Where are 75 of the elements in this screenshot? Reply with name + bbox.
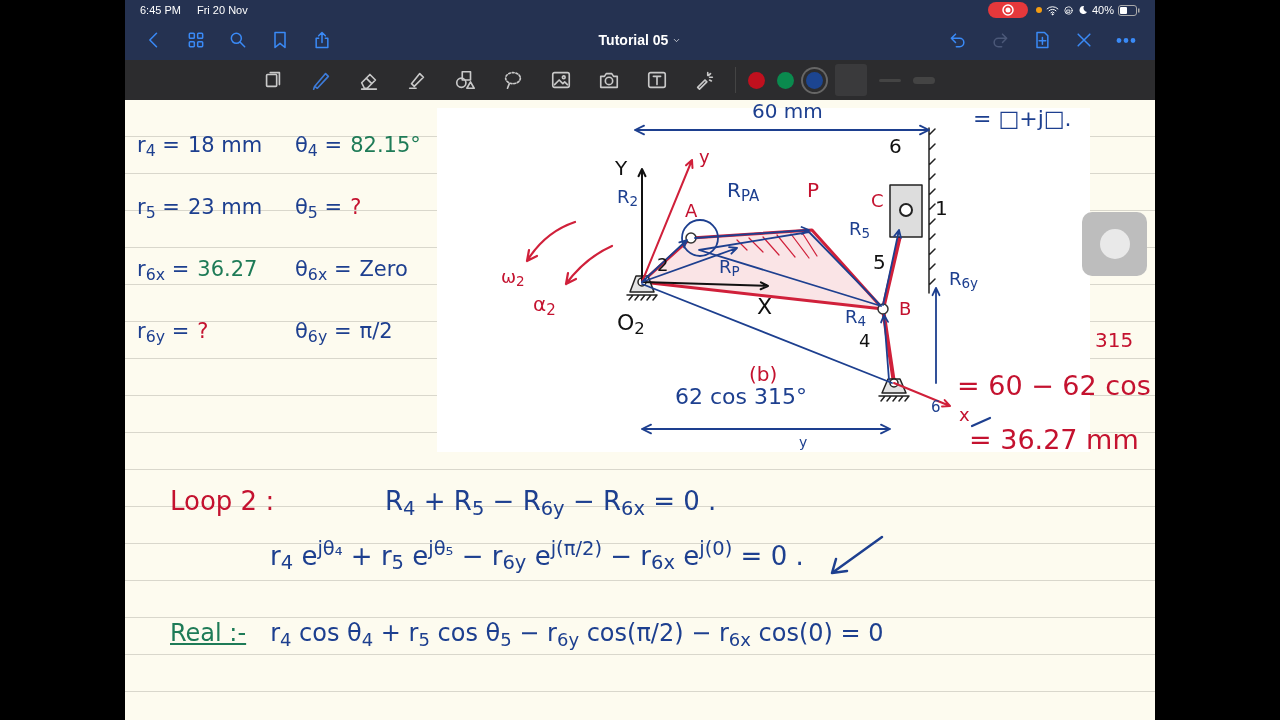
privacy-dot-icon [1035, 7, 1042, 13]
laser-pointer-icon [694, 69, 716, 91]
given-label: θ$_{5}$ = [295, 194, 343, 224]
image-icon [550, 69, 572, 91]
document-title[interactable]: Tutorial 05 [592, 28, 688, 52]
figure-label: α$_{2}$ [533, 294, 556, 314]
figure-label: B [899, 300, 912, 318]
figure-label: x [959, 406, 970, 424]
given-label: θ$_{6x}$ = [295, 256, 352, 286]
figure-label: = 60 − 62 cos [957, 372, 1151, 399]
battery-percent: 40% [1091, 2, 1114, 18]
given-value: Zero [359, 256, 408, 283]
given-value: 18 mm [187, 132, 263, 159]
status-time: 6:45 PM [140, 2, 181, 18]
figure-label: 5 [873, 252, 886, 272]
figure-label: 60 mm [752, 101, 823, 121]
status-date: Fri 20 Nov [196, 2, 248, 18]
figure-label: y [699, 148, 710, 166]
equation: r$_{4}$ cos θ$_{4}$ + r$_{5}$ cos θ$_{5}$ − r$_{6y}$ cos(π/2) − r$_{6x}$ cos(0) = 0 [270, 618, 884, 651]
share-icon [312, 30, 332, 50]
moon-icon [1077, 5, 1088, 15]
figure-label: = 36.27 mm [969, 426, 1139, 453]
figure-label: 62 cos 315° [675, 386, 807, 408]
more-icon [1116, 37, 1136, 43]
figure-label: 4 [859, 332, 871, 350]
given-label: θ$_{4}$ = [295, 132, 343, 162]
figure-label: = □+j□. [973, 108, 1072, 130]
given-label: θ$_{6y}$ = [295, 318, 352, 348]
shapes-icon [454, 69, 476, 91]
figure-label: ω$_{2}$ [501, 268, 525, 286]
undo-icon [948, 30, 968, 50]
figure-label: (b) [749, 364, 778, 384]
figure-label: Y [615, 158, 628, 178]
lasso-icon [502, 69, 524, 91]
given-value: 82.15° [350, 132, 421, 159]
figure-label: R$_{5}$ [849, 220, 871, 238]
loop-label: Loop 2 : [170, 485, 276, 518]
text-box-icon [646, 69, 668, 91]
figure-label: 6 [931, 400, 941, 415]
figure-label: R$_{P}$ [719, 258, 740, 276]
given-label: r$_{4}$ = [137, 132, 180, 162]
figure-label: A [685, 202, 698, 220]
equation: r$_{4}$ e$^{jθ₄}$ + r$_{5}$ e$^{jθ₅}$ − r$_{6y}$ e$^{j(π/2)}$ − r$_{6x}$ e$^{j(0)}$ = 0 . [270, 536, 804, 576]
figure-label: 1 [935, 198, 948, 218]
redo-icon [990, 30, 1010, 50]
figure-label: C [871, 192, 884, 210]
color-swatch[interactable] [748, 71, 765, 89]
given-label: r$_{5}$ = [137, 194, 180, 224]
figure-label: 6 [889, 136, 902, 156]
given-label: r$_{6y}$ = [137, 318, 190, 348]
search-icon [228, 30, 248, 50]
figure-label: O$_{2}$ [617, 312, 645, 334]
recording-indicator [987, 2, 1028, 18]
given-label: r$_{6x}$ = [137, 256, 190, 286]
figure-label: R$_{4}$ [845, 308, 867, 326]
grid-icon [186, 30, 206, 50]
figure-label: R$_{PA}$ [727, 180, 760, 200]
figure-label: P [807, 180, 820, 200]
battery-icon [1118, 4, 1140, 16]
rotation-arrow [564, 244, 614, 286]
equation: R$_{4}$ + R$_{5}$ − R$_{6y}$ − R$_{6x}$ = 0 . [385, 485, 717, 521]
rotation-arrow [525, 220, 577, 263]
real-part-label: Real :- [170, 618, 247, 649]
given-value: π/2 [359, 318, 393, 345]
figure-label: X [757, 296, 773, 318]
wifi-icon [1045, 3, 1059, 17]
orientation-lock-icon [1062, 4, 1074, 16]
given-value: ? [197, 318, 209, 345]
figure-label: 315 [1095, 330, 1134, 350]
given-value: 36.27 [197, 256, 258, 283]
given-value: ? [350, 194, 362, 221]
color-swatch[interactable] [777, 71, 794, 89]
figure-label: y [799, 435, 808, 449]
given-value: 23 mm [187, 194, 263, 221]
figure-label: R$_{2}$ [617, 188, 639, 206]
